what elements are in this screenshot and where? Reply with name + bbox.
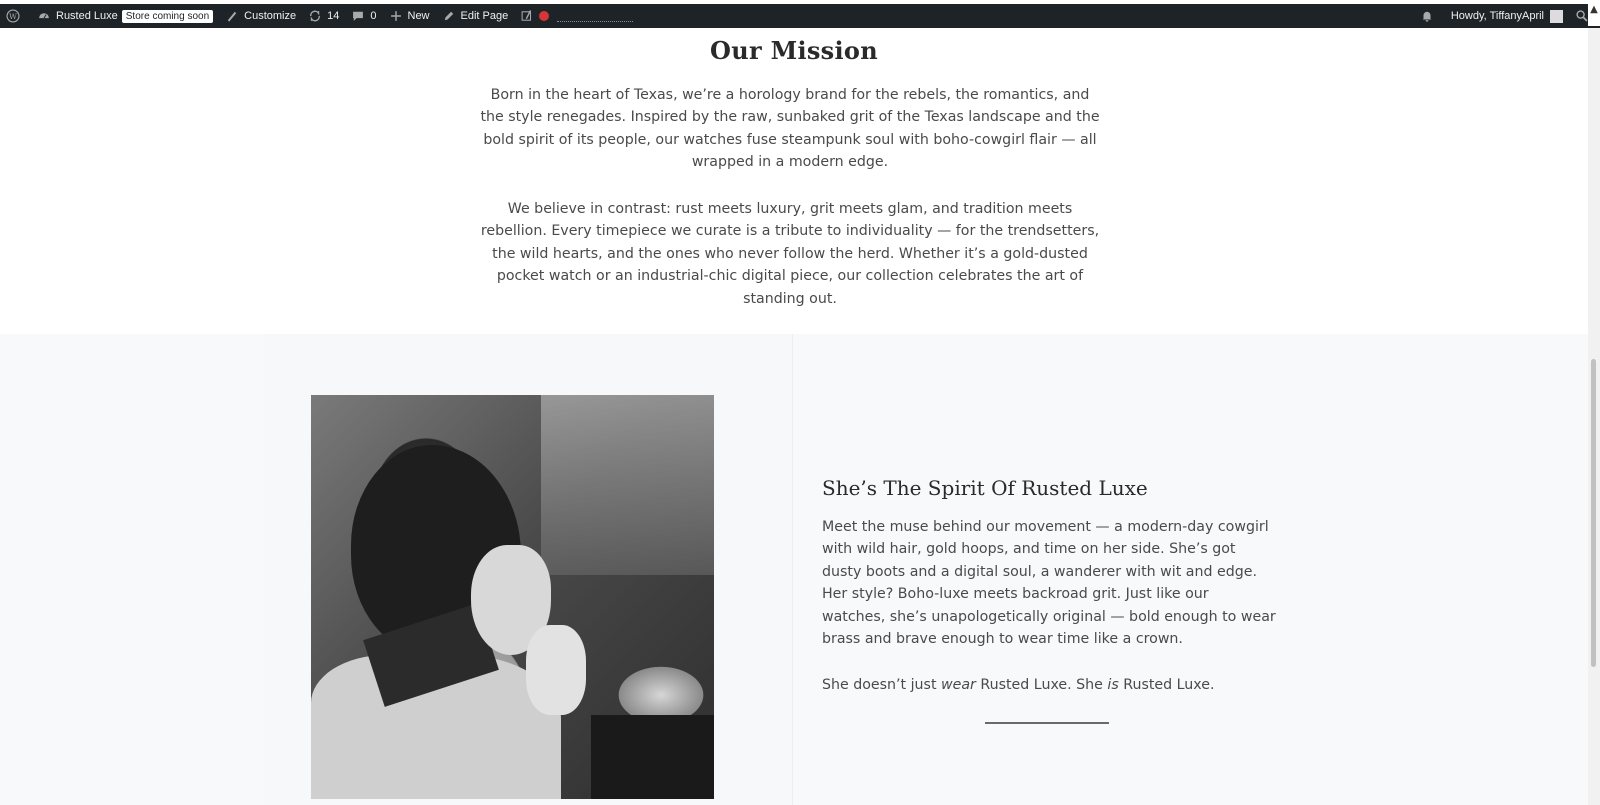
howdy-label: Howdy, TiffanyApril <box>1450 10 1544 22</box>
updates-count: 14 <box>327 10 340 22</box>
edit-page-link[interactable]: Edit Page <box>436 4 515 28</box>
search-icon <box>1576 10 1588 22</box>
customize-link[interactable]: Customize <box>219 4 302 28</box>
site-name-menu[interactable]: Rusted Luxe Store coming soon <box>31 4 219 28</box>
seo-menu[interactable] <box>514 4 639 28</box>
wordpress-logo-icon[interactable]: W <box>0 4 31 28</box>
spirit-paragraph-2: She doesn’t just wear Rusted Luxe. She i… <box>822 677 1215 693</box>
notifications-button[interactable] <box>1414 4 1445 28</box>
yoast-icon <box>521 10 532 21</box>
paintbrush-icon <box>227 11 237 22</box>
mission-heading: Our Mission <box>710 36 878 65</box>
svg-text:W: W <box>9 12 17 21</box>
new-content-menu[interactable]: New <box>383 4 436 28</box>
new-label: New <box>407 10 430 22</box>
bell-icon <box>1422 11 1432 22</box>
mission-paragraph-1: Born in the heart of Texas, we’re a horo… <box>480 87 1100 171</box>
wp-admin-bar: W Rusted Luxe Store coming soon Customiz… <box>0 0 1600 28</box>
plus-icon <box>390 11 401 21</box>
pencil-icon <box>444 11 453 21</box>
refresh-icon <box>310 10 321 22</box>
muse-photo <box>311 395 714 799</box>
comments-link[interactable]: 0 <box>345 4 382 28</box>
loading-indicator <box>557 19 634 22</box>
divider <box>985 722 1109 724</box>
mission-section: Our Mission Born in the heart of Texas, … <box>0 28 1588 334</box>
comments-count: 0 <box>370 10 377 22</box>
comment-icon <box>353 11 364 21</box>
avatar <box>1550 9 1563 23</box>
dashboard-icon <box>39 13 49 19</box>
updates-link[interactable]: 14 <box>302 4 345 28</box>
scroll-up-arrow-icon[interactable]: ▲ <box>1588 4 1600 26</box>
my-account-menu[interactable]: Howdy, TiffanyApril <box>1445 4 1569 28</box>
site-name: Rusted Luxe <box>56 10 118 22</box>
spirit-heading: She’s The Spirit Of Rusted Luxe <box>822 476 1148 500</box>
mission-paragraph-2: We believe in contrast: rust meets luxur… <box>480 201 1100 307</box>
edit-page-label: Edit Page <box>460 10 509 22</box>
seo-status-dot-icon <box>539 11 550 21</box>
spirit-paragraph-1: Meet the muse behind our movement — a mo… <box>822 519 1276 648</box>
store-status-badge[interactable]: Store coming soon <box>121 9 214 23</box>
customize-label: Customize <box>244 10 297 22</box>
spirit-section <box>0 334 1588 805</box>
scrollbar-thumb[interactable] <box>1591 359 1596 667</box>
